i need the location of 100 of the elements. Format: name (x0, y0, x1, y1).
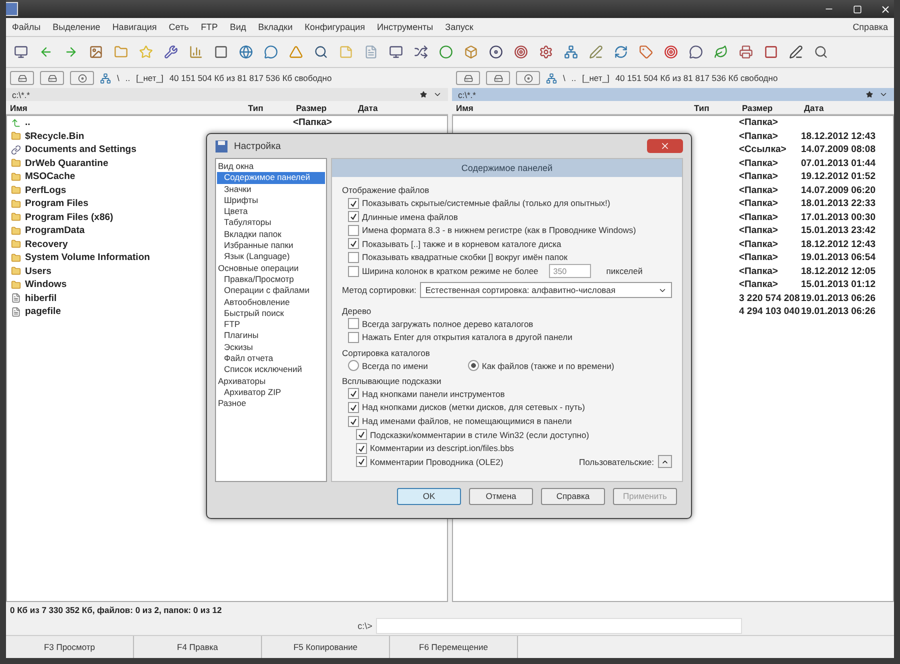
tree-item[interactable]: Язык (Language) (217, 251, 325, 263)
tree-item[interactable]: Шрифты (217, 194, 325, 206)
root-button[interactable]: \ (117, 73, 120, 83)
refresh-icon[interactable] (612, 43, 630, 61)
search-icon[interactable] (312, 43, 330, 61)
bar-chart-icon[interactable] (187, 43, 205, 61)
menu-item[interactable]: Вид (230, 22, 246, 32)
command-field[interactable] (376, 618, 742, 634)
tree-item[interactable]: Цвета (217, 206, 325, 218)
tree-item[interactable]: Архиватор ZIP (217, 386, 325, 398)
drive-button[interactable] (486, 71, 510, 85)
menu-item[interactable]: Справка (852, 22, 888, 32)
column-header[interactable]: Имя (6, 102, 244, 112)
network-icon[interactable] (562, 43, 580, 61)
network-icon[interactable] (546, 72, 557, 84)
star-icon[interactable] (866, 91, 873, 98)
column-header[interactable]: Имя (452, 102, 690, 112)
checkbox[interactable] (356, 456, 367, 468)
tree-item[interactable]: Значки (217, 184, 325, 195)
triangle-icon[interactable] (287, 43, 305, 61)
sort-dropdown[interactable]: Естественная сортировка: алфавитно-числовая (420, 282, 672, 298)
function-key-button[interactable]: F3 Просмотр (6, 636, 134, 658)
tree-item[interactable]: Автообновление (217, 296, 325, 308)
checkbox[interactable] (348, 252, 359, 263)
column-header[interactable]: Дата (800, 102, 894, 112)
wrench-icon[interactable] (162, 43, 180, 61)
menu-item[interactable]: Инструменты (377, 22, 434, 32)
column-header[interactable]: Тип (244, 102, 292, 112)
dialog-button[interactable]: Отмена (469, 488, 533, 504)
drive-button[interactable] (70, 71, 94, 85)
checkbox[interactable] (348, 198, 359, 209)
checkbox[interactable] (348, 211, 359, 222)
root-button[interactable]: \ (563, 73, 566, 83)
radio-button[interactable] (468, 360, 479, 372)
pen-icon[interactable] (787, 43, 805, 61)
target-icon[interactable] (512, 43, 530, 61)
tree-item[interactable]: Эскизы (217, 342, 325, 354)
menu-item[interactable]: Навигация (112, 22, 157, 32)
magnifier-icon[interactable] (812, 43, 830, 61)
drive-button[interactable] (40, 71, 64, 85)
dropdown-icon[interactable] (433, 90, 442, 99)
box-icon[interactable] (462, 43, 480, 61)
column-header[interactable]: Дата (354, 102, 448, 112)
tree-item[interactable]: Плагины (217, 330, 325, 342)
tree-item[interactable]: FTP (217, 319, 325, 330)
function-key-button[interactable]: F5 Копирование (262, 636, 390, 658)
network-icon[interactable] (100, 72, 111, 84)
tree-item[interactable]: Основные операции (217, 262, 325, 274)
up-button[interactable]: .. (571, 73, 576, 83)
tree-item[interactable]: Содержимое панелей (217, 172, 325, 184)
disc-icon[interactable] (487, 43, 505, 61)
menu-item[interactable]: Сеть (168, 22, 189, 32)
speech-bubble-icon[interactable] (262, 43, 280, 61)
picture-icon[interactable] (87, 43, 105, 61)
menu-item[interactable]: Конфигурация (304, 22, 366, 32)
circle-icon[interactable] (437, 43, 455, 61)
column-header[interactable]: Тип (690, 102, 738, 112)
tree-item[interactable]: Список исключений (217, 364, 325, 376)
tree-item[interactable]: Правка/Просмотр (217, 274, 325, 286)
checkbox[interactable] (356, 429, 367, 440)
tree-item[interactable]: Операции с файлами (217, 285, 325, 297)
checkbox[interactable] (348, 388, 359, 400)
tree-item[interactable]: Быстрый поиск (217, 308, 325, 320)
tag-icon[interactable] (637, 43, 655, 61)
checkbox[interactable] (348, 238, 359, 250)
square-icon[interactable] (212, 43, 230, 61)
tree-item[interactable]: Разное (217, 398, 325, 410)
number-field[interactable]: 350 (549, 264, 592, 278)
dialog-button[interactable]: Справка (541, 488, 605, 504)
menu-item[interactable]: Запуск (445, 22, 474, 32)
menu-item[interactable]: Вкладки (258, 22, 293, 32)
shuffle-icon[interactable] (412, 43, 430, 61)
function-key-button[interactable]: F4 Правка (134, 636, 262, 658)
menu-item[interactable]: Выделение (52, 22, 100, 32)
checkbox[interactable] (348, 266, 359, 277)
dropdown-icon[interactable] (879, 90, 888, 99)
menu-item[interactable]: FTP (200, 22, 218, 32)
checkbox[interactable] (356, 442, 367, 454)
computer-icon[interactable] (12, 43, 30, 61)
browse-button[interactable] (658, 455, 672, 468)
up-button[interactable]: .. (125, 73, 130, 83)
star-icon[interactable] (137, 43, 155, 61)
gear-icon[interactable] (537, 43, 555, 61)
function-key-button[interactable]: F6 Перемещение (390, 636, 518, 658)
leaf-icon[interactable] (712, 43, 730, 61)
printer-icon[interactable] (737, 43, 755, 61)
drive-button[interactable] (10, 71, 34, 85)
menu-item[interactable]: Файлы (12, 22, 41, 32)
radio-button[interactable] (348, 360, 359, 372)
dialog-button[interactable]: OK (397, 488, 461, 504)
drive-button[interactable] (516, 71, 540, 85)
column-header[interactable]: Размер (738, 102, 800, 112)
tree-item[interactable]: Вкладки папок (217, 228, 325, 240)
checkbox[interactable] (348, 224, 359, 236)
tree-item[interactable]: Избранные папки (217, 240, 325, 252)
star-icon[interactable] (420, 91, 427, 98)
tree-item[interactable]: Вид окна (217, 161, 325, 172)
column-header[interactable]: Размер (292, 102, 354, 112)
checkbox[interactable] (348, 318, 359, 330)
chat-icon[interactable] (687, 43, 705, 61)
